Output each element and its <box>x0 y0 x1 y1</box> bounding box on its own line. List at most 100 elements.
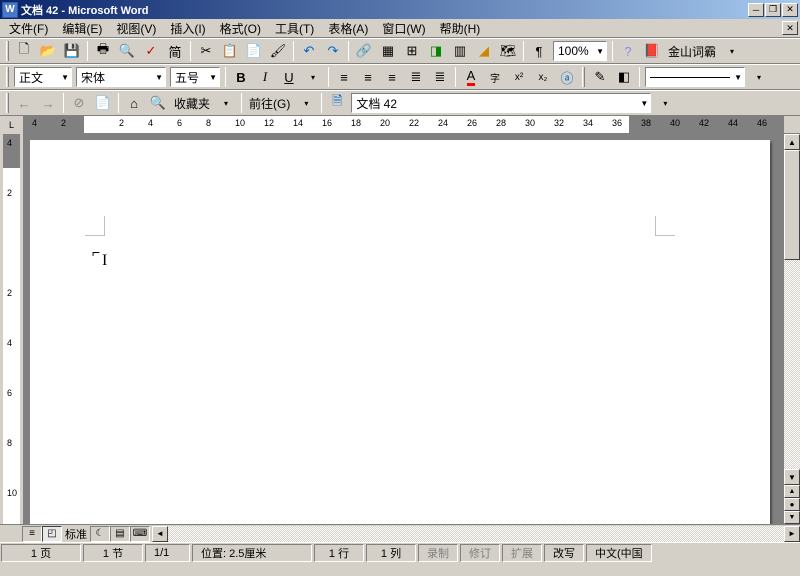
erase-button[interactable]: ◧ <box>613 66 635 88</box>
browse-object-button[interactable]: ● <box>784 498 800 511</box>
next-page-button[interactable]: ▼ <box>784 511 800 524</box>
print-view-button[interactable]: ☾ <box>90 526 110 542</box>
distribute-button[interactable]: ≣ <box>429 66 451 88</box>
undo-button[interactable]: ↶ <box>298 40 320 62</box>
font-color-button[interactable]: A <box>460 66 482 88</box>
italic-button[interactable]: I <box>254 66 276 88</box>
forward-button[interactable]: → <box>37 92 59 114</box>
underline-more-button[interactable]: ▾ <box>302 66 324 88</box>
align-left-button[interactable]: ≡ <box>333 66 355 88</box>
columns-button[interactable]: ▥ <box>449 40 471 62</box>
menu-window[interactable]: 窗口(W) <box>375 18 432 39</box>
page[interactable]: ⌐ I <box>30 140 770 524</box>
phonetic-button[interactable]: ⓐ <box>556 66 578 88</box>
menu-file[interactable]: 文件(F) <box>2 18 55 39</box>
paste-button[interactable]: 📄 <box>243 40 265 62</box>
more-button[interactable]: ▾ <box>654 92 676 114</box>
more-button[interactable]: ▾ <box>748 66 770 88</box>
new-button[interactable]: 🗋 <box>13 40 35 62</box>
menu-format[interactable]: 格式(O) <box>213 18 268 39</box>
scroll-down-button[interactable]: ▼ <box>784 469 800 485</box>
show-button[interactable]: ¶ <box>528 40 550 62</box>
size-dropdown[interactable]: 五号▼ <box>170 67 220 87</box>
scroll-left-button[interactable]: ◄ <box>152 526 168 542</box>
subscript-button[interactable]: x₂ <box>532 66 554 88</box>
home-button[interactable]: ⌂ <box>123 92 145 114</box>
go-menu-button[interactable]: ▾ <box>295 92 317 114</box>
menu-help[interactable]: 帮助(H) <box>433 18 488 39</box>
preview-button[interactable]: 🔍 <box>116 40 138 62</box>
doc-icon-button[interactable]: 🗎 <box>326 92 348 114</box>
menu-insert[interactable]: 插入(I) <box>163 18 212 39</box>
minimize-button[interactable]: ─ <box>748 3 764 17</box>
underline-button[interactable]: U <box>278 66 300 88</box>
help-button[interactable]: ? <box>617 40 639 62</box>
page-container[interactable]: ⌐ I <box>24 134 784 524</box>
redo-button[interactable]: ↷ <box>322 40 344 62</box>
align-center-button[interactable]: ≡ <box>357 66 379 88</box>
char-scale-button[interactable]: 字 <box>484 66 506 88</box>
vertical-scrollbar[interactable]: ▲ ▼ ▲ ● ▼ <box>784 134 800 524</box>
save-button[interactable]: 💾 <box>61 40 83 62</box>
menu-tools[interactable]: 工具(T) <box>268 18 321 39</box>
excel-button[interactable]: ◨ <box>425 40 447 62</box>
open-button[interactable]: 📂 <box>37 40 59 62</box>
status-ext[interactable]: 扩展 <box>502 544 542 562</box>
web-view-button[interactable]: ◰ <box>42 526 62 542</box>
align-right-button[interactable]: ≡ <box>381 66 403 88</box>
vertical-ruler[interactable]: 42246810 <box>0 134 24 524</box>
tables-button[interactable]: ▦ <box>377 40 399 62</box>
status-rec[interactable]: 录制 <box>418 544 458 562</box>
cut-button[interactable]: ✂ <box>195 40 217 62</box>
go-label[interactable]: 前往(G) <box>245 95 294 112</box>
spell-button[interactable]: ✓ <box>140 40 162 62</box>
hyperlink-button[interactable]: 🔗 <box>353 40 375 62</box>
prev-page-button[interactable]: ▲ <box>784 485 800 498</box>
tab-selector[interactable]: L <box>0 116 24 134</box>
menu-edit[interactable]: 编辑(E) <box>55 18 109 39</box>
style-dropdown[interactable]: 正文▼ <box>14 67 72 87</box>
toolbar-handle[interactable] <box>6 93 9 113</box>
status-rev[interactable]: 修订 <box>460 544 500 562</box>
stop-button[interactable]: ⊘ <box>68 92 90 114</box>
search-button[interactable]: 🔍 <box>147 92 169 114</box>
close-button[interactable]: ✕ <box>782 3 798 17</box>
address-dropdown[interactable]: 文档 42▼ <box>351 93 651 113</box>
drawing-button[interactable]: ◢ <box>473 40 495 62</box>
horizontal-ruler[interactable]: 4224681012141618202224262830323436384042… <box>24 116 784 133</box>
zoom-dropdown[interactable]: 100%▼ <box>553 41 607 61</box>
dict-button[interactable]: 📕 <box>641 40 663 62</box>
copy-button[interactable]: 📋 <box>219 40 241 62</box>
hscroll-track[interactable] <box>168 526 784 542</box>
toolbar-handle[interactable] <box>6 41 9 61</box>
line-style-dropdown[interactable]: ▼ <box>645 67 745 87</box>
map-button[interactable]: 🗺 <box>497 40 519 62</box>
doc-close-button[interactable]: ✕ <box>782 21 798 35</box>
refresh-button[interactable]: 📄 <box>92 92 114 114</box>
master-view-button[interactable]: ⌨ <box>130 526 150 542</box>
fav-label[interactable]: 收藏夹 <box>170 95 214 112</box>
chinese-button[interactable]: 简 <box>164 40 186 62</box>
scroll-track[interactable] <box>784 150 800 469</box>
menu-table[interactable]: 表格(A) <box>321 18 375 39</box>
normal-view-button[interactable]: ≡ <box>22 526 42 542</box>
font-dropdown[interactable]: 宋体▼ <box>76 67 166 87</box>
toolbar-handle[interactable] <box>582 67 585 87</box>
scroll-right-button[interactable]: ► <box>784 526 800 542</box>
print-button[interactable]: 🖶 <box>92 40 114 62</box>
menu-view[interactable]: 视图(V) <box>109 18 163 39</box>
insert-table-button[interactable]: ⊞ <box>401 40 423 62</box>
format-painter-button[interactable]: 🖌 <box>267 40 289 62</box>
horizontal-scrollbar[interactable]: ◄ ► <box>152 526 800 542</box>
scroll-thumb[interactable] <box>784 150 800 260</box>
restore-button[interactable]: ❐ <box>765 3 781 17</box>
draw-button[interactable]: ✎ <box>589 66 611 88</box>
outline-view-button[interactable]: ▤ <box>110 526 130 542</box>
superscript-button[interactable]: x² <box>508 66 530 88</box>
toolbar-handle[interactable] <box>6 67 9 87</box>
fav-menu-button[interactable]: ▾ <box>215 92 237 114</box>
justify-button[interactable]: ≣ <box>405 66 427 88</box>
scroll-up-button[interactable]: ▲ <box>784 134 800 150</box>
bold-button[interactable]: B <box>230 66 252 88</box>
more-button[interactable]: ▾ <box>721 40 743 62</box>
